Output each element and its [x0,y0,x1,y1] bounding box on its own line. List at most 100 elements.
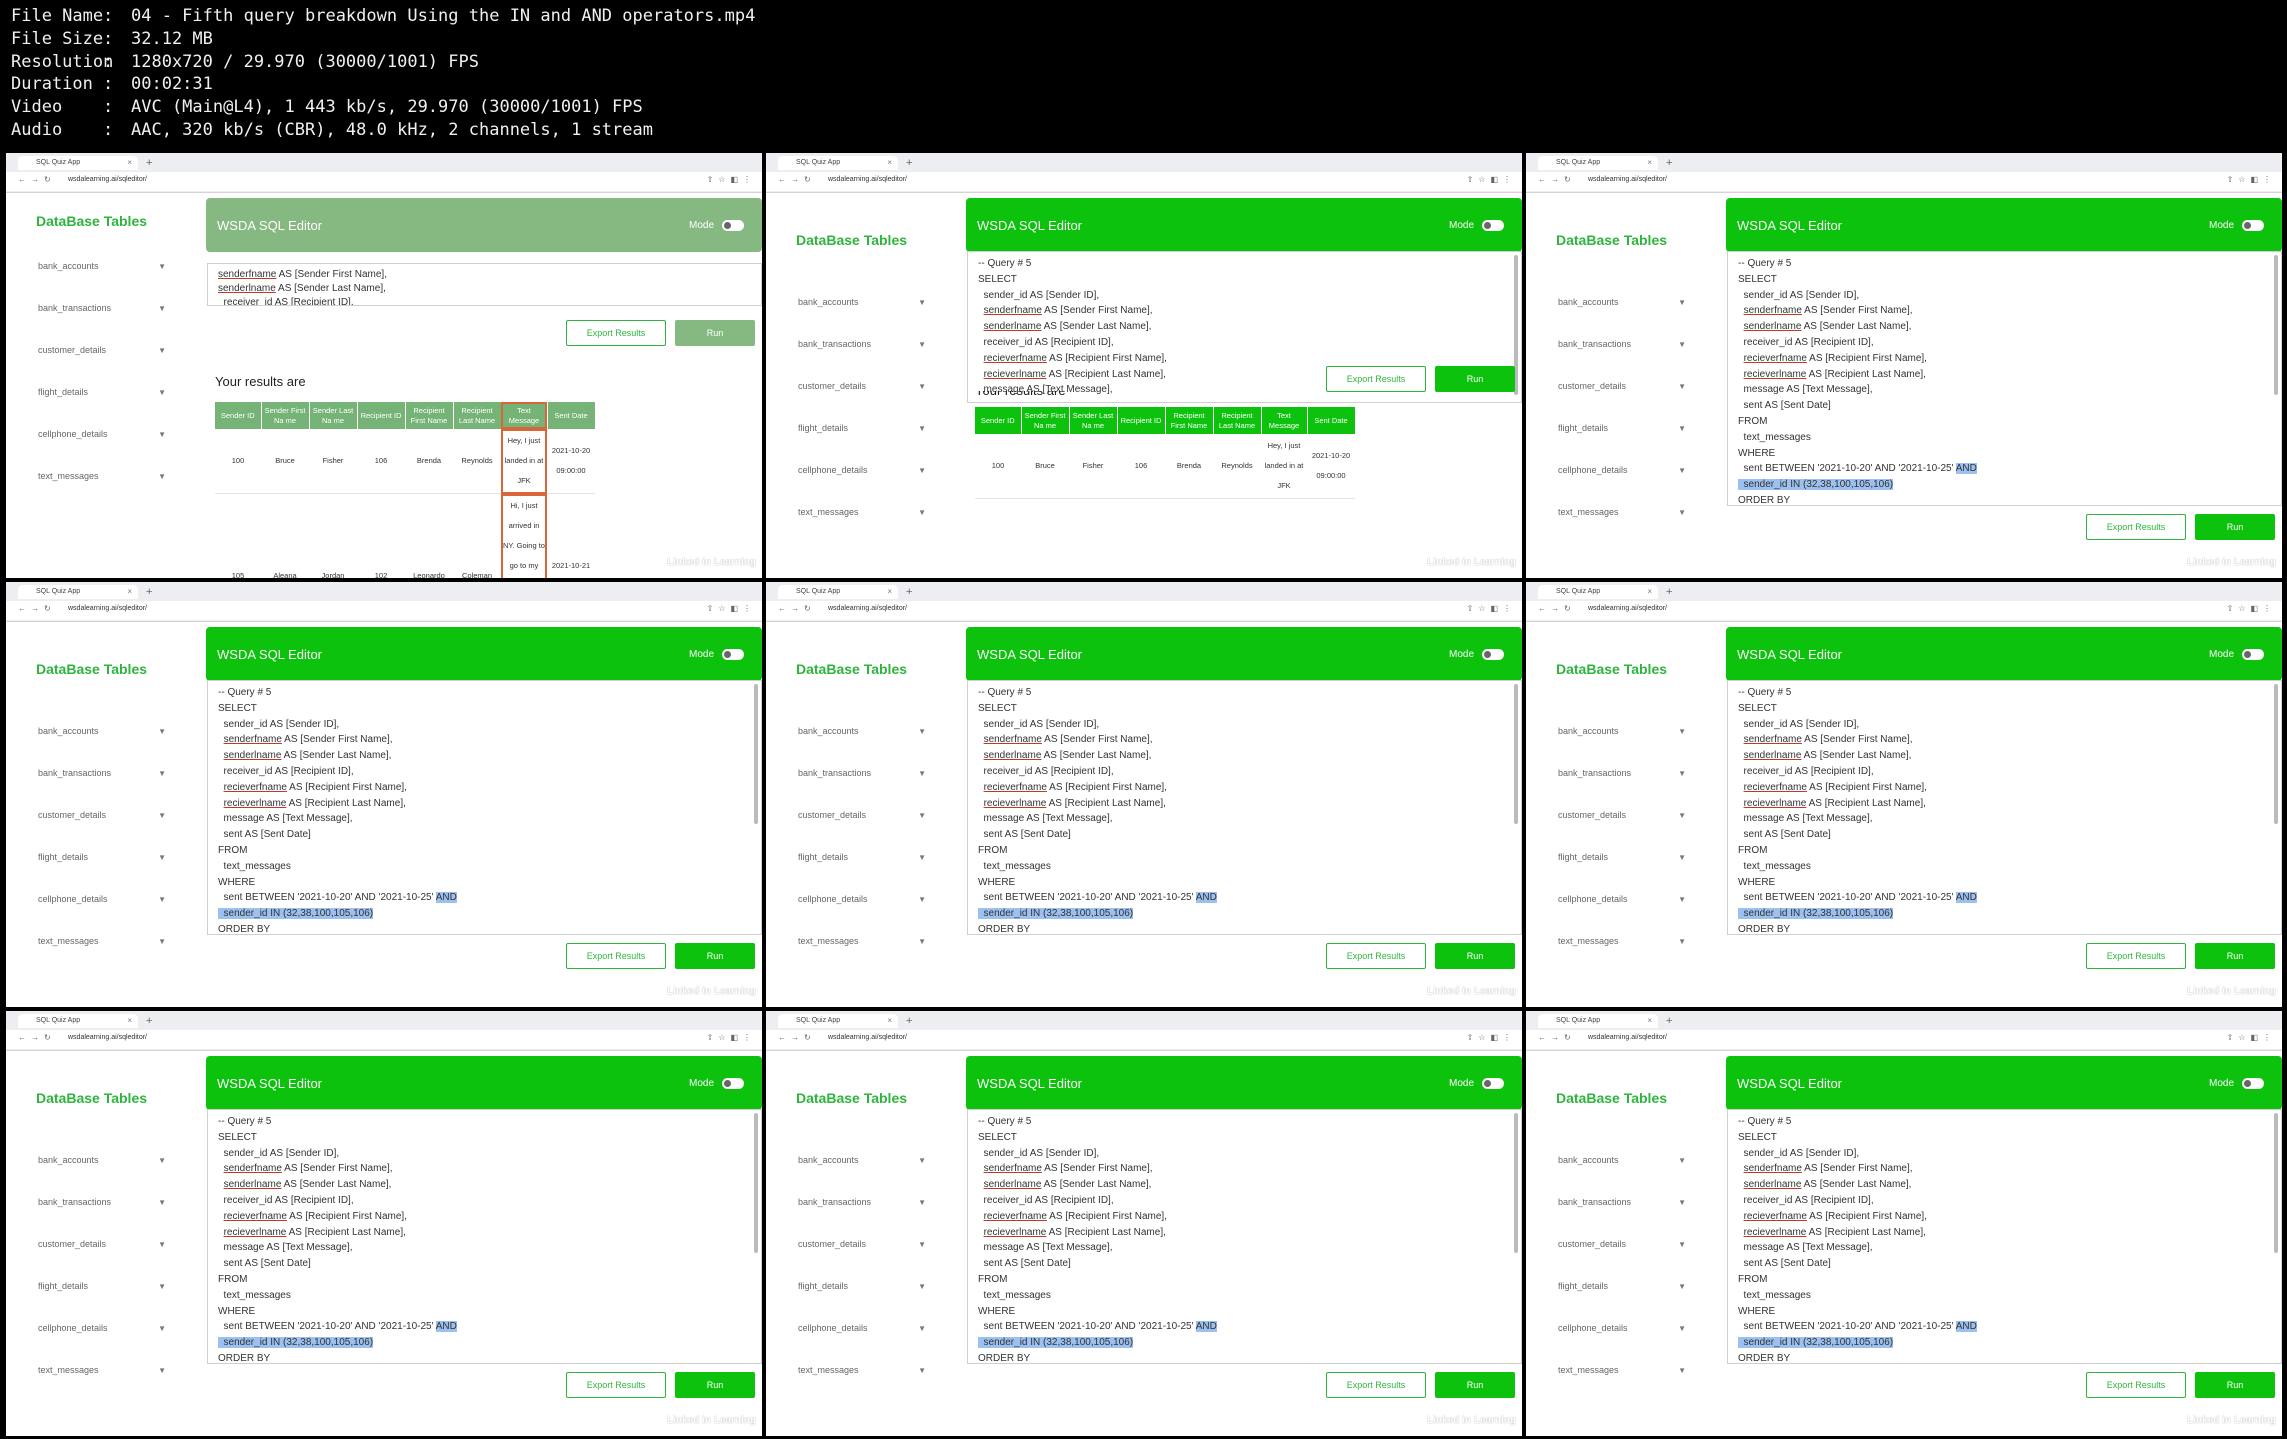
mode-toggle[interactable] [1482,219,1504,231]
run-button[interactable]: Run [1435,1372,1515,1398]
table-item[interactable]: bank_accounts ▼ [38,245,166,287]
caret-down-icon[interactable]: ▼ [158,1366,166,1375]
export-results-button[interactable]: Export Results [566,1372,666,1398]
caret-down-icon[interactable]: ▼ [1678,1324,1686,1333]
mode-toggle[interactable] [722,648,744,660]
table-item[interactable]: flight_details ▼ [38,1265,166,1307]
table-item[interactable]: flight_details ▼ [1558,407,1686,449]
caret-down-icon[interactable]: ▼ [158,769,166,778]
close-icon[interactable]: × [127,1016,132,1025]
nav-arrows-icon[interactable]: ←→↻ [778,1033,816,1042]
table-item[interactable]: bank_accounts ▼ [38,1139,166,1181]
sql-editor[interactable]: -- Query # 5 SELECT sender_id AS [Sender … [1727,680,2282,935]
browser-tab[interactable]: SQL Quiz App × [1538,1014,1658,1028]
caret-down-icon[interactable]: ▼ [158,472,166,481]
table-item[interactable]: bank_accounts ▼ [798,281,926,323]
table-item[interactable]: cellphone_details ▼ [798,449,926,491]
caret-down-icon[interactable]: ▼ [1678,727,1686,736]
new-tab-icon[interactable]: + [906,586,912,598]
table-item[interactable]: bank_accounts ▼ [1558,1139,1686,1181]
url-field[interactable]: wsdalearning.ai/sqleditor/ [68,1034,147,1041]
editor-scrollbar[interactable] [1514,1113,1518,1253]
table-item[interactable]: bank_transactions ▼ [798,752,926,794]
table-item[interactable]: bank_transactions ▼ [798,1181,926,1223]
export-results-button[interactable]: Export Results [566,943,666,969]
caret-down-icon[interactable]: ▼ [918,937,926,946]
close-icon[interactable]: × [887,1016,892,1025]
table-item[interactable]: text_messages ▼ [1558,491,1686,533]
caret-down-icon[interactable]: ▼ [1678,424,1686,433]
run-button[interactable]: Run [2195,943,2275,969]
caret-down-icon[interactable]: ▼ [1678,298,1686,307]
caret-down-icon[interactable]: ▼ [1678,1282,1686,1291]
url-field[interactable]: wsdalearning.ai/sqleditor/ [1588,605,1667,612]
caret-down-icon[interactable]: ▼ [1678,1198,1686,1207]
caret-down-icon[interactable]: ▼ [918,895,926,904]
sql-editor[interactable]: -- Query # 5 SELECT sender_id AS [Sender … [967,1109,1522,1364]
caret-down-icon[interactable]: ▼ [158,346,166,355]
table-item[interactable]: flight_details ▼ [798,836,926,878]
editor-scrollbar[interactable] [754,1113,758,1253]
caret-down-icon[interactable]: ▼ [158,430,166,439]
caret-down-icon[interactable]: ▼ [158,304,166,313]
close-icon[interactable]: × [1647,587,1652,596]
nav-arrows-icon[interactable]: ←→↻ [778,604,816,613]
mode-toggle[interactable] [722,219,744,231]
url-field[interactable]: wsdalearning.ai/sqleditor/ [828,1034,907,1041]
table-item[interactable]: cellphone_details ▼ [1558,449,1686,491]
caret-down-icon[interactable]: ▼ [918,1366,926,1375]
table-item[interactable]: flight_details ▼ [1558,836,1686,878]
caret-down-icon[interactable]: ▼ [158,727,166,736]
caret-down-icon[interactable]: ▼ [918,1198,926,1207]
caret-down-icon[interactable]: ▼ [1678,895,1686,904]
mode-toggle[interactable] [2242,1077,2264,1089]
export-results-button[interactable]: Export Results [1326,943,1426,969]
sql-editor[interactable]: -- Query # 5 SELECT sender_id AS [Sender … [207,680,762,935]
browser-toolbar-icons[interactable]: ⇧☆◧⋮ [707,604,756,613]
sql-editor[interactable]: -- Query # 5 SELECT sender_id AS [Sender … [967,680,1522,935]
caret-down-icon[interactable]: ▼ [158,1156,166,1165]
export-results-button[interactable]: Export Results [1326,366,1426,392]
sql-editor[interactable]: -- Query # 5 SELECT sender_id AS [Sender … [1727,251,2282,506]
browser-toolbar-icons[interactable]: ⇧☆◧⋮ [707,1033,756,1042]
table-item[interactable]: customer_details ▼ [38,1223,166,1265]
table-item[interactable]: text_messages ▼ [798,1349,926,1391]
editor-scrollbar[interactable] [2274,255,2278,395]
run-button[interactable]: Run [2195,1372,2275,1398]
export-results-button[interactable]: Export Results [2086,1372,2186,1398]
caret-down-icon[interactable]: ▼ [158,262,166,271]
table-item[interactable]: bank_accounts ▼ [38,710,166,752]
table-item[interactable]: customer_details ▼ [1558,794,1686,836]
run-button[interactable]: Run [1435,943,1515,969]
table-item[interactable]: bank_accounts ▼ [1558,281,1686,323]
browser-tab[interactable]: SQL Quiz App × [778,1014,898,1028]
browser-tab[interactable]: SQL Quiz App × [778,585,898,599]
caret-down-icon[interactable]: ▼ [918,1324,926,1333]
close-icon[interactable]: × [127,587,132,596]
table-item[interactable]: flight_details ▼ [798,407,926,449]
caret-down-icon[interactable]: ▼ [1678,340,1686,349]
editor-scrollbar[interactable] [1514,684,1518,824]
table-item[interactable]: text_messages ▼ [798,491,926,533]
table-item[interactable]: text_messages ▼ [1558,920,1686,962]
table-item[interactable]: bank_accounts ▼ [798,1139,926,1181]
nav-arrows-icon[interactable]: ←→↻ [778,175,816,184]
caret-down-icon[interactable]: ▼ [918,811,926,820]
new-tab-icon[interactable]: + [146,157,152,169]
caret-down-icon[interactable]: ▼ [1678,508,1686,517]
table-item[interactable]: cellphone_details ▼ [798,1307,926,1349]
url-field[interactable]: wsdalearning.ai/sqleditor/ [68,176,147,183]
new-tab-icon[interactable]: + [146,1015,152,1027]
caret-down-icon[interactable]: ▼ [1678,382,1686,391]
table-item[interactable]: customer_details ▼ [798,794,926,836]
caret-down-icon[interactable]: ▼ [918,769,926,778]
close-icon[interactable]: × [887,158,892,167]
caret-down-icon[interactable]: ▼ [1678,1240,1686,1249]
table-item[interactable]: cellphone_details ▼ [1558,1307,1686,1349]
table-item[interactable]: cellphone_details ▼ [1558,878,1686,920]
export-results-button[interactable]: Export Results [1326,1372,1426,1398]
caret-down-icon[interactable]: ▼ [918,853,926,862]
table-item[interactable]: flight_details ▼ [38,371,166,413]
table-item[interactable]: bank_transactions ▼ [38,287,166,329]
table-item[interactable]: bank_transactions ▼ [798,323,926,365]
